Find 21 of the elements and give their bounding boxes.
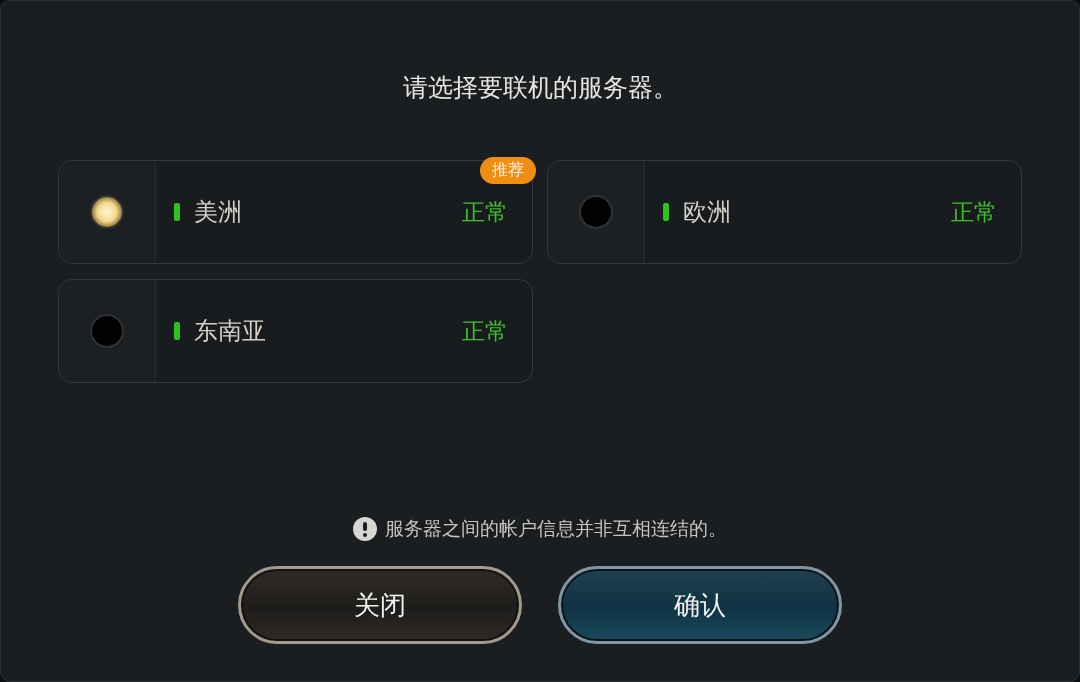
status-bar-icon	[174, 203, 180, 221]
confirm-button[interactable]: 确认	[558, 566, 842, 644]
server-option[interactable]: 东南亚 正常	[58, 279, 533, 383]
server-status: 正常	[951, 197, 997, 227]
radio-button[interactable]	[579, 195, 613, 229]
server-option[interactable]: 欧洲 正常	[547, 160, 1022, 264]
dialog-title: 请选择要联机的服务器。	[402, 72, 678, 104]
radio-button[interactable]	[90, 314, 124, 348]
warning-icon	[353, 517, 377, 541]
server-name: 欧洲	[683, 197, 732, 228]
server-option[interactable]: 推荐 美洲 正常	[58, 160, 533, 264]
status-bar-icon	[174, 322, 180, 340]
server-name: 美洲	[194, 197, 243, 228]
status-bar-icon	[663, 203, 669, 221]
server-status: 正常	[462, 316, 508, 346]
notice-text: 服务器之间的帐户信息并非互相连结的。	[385, 516, 727, 541]
close-button[interactable]: 关闭	[238, 566, 522, 644]
recommended-badge: 推荐	[480, 157, 536, 184]
server-status: 正常	[462, 197, 508, 227]
radio-button[interactable]	[90, 195, 124, 229]
server-name: 东南亚	[194, 316, 267, 347]
